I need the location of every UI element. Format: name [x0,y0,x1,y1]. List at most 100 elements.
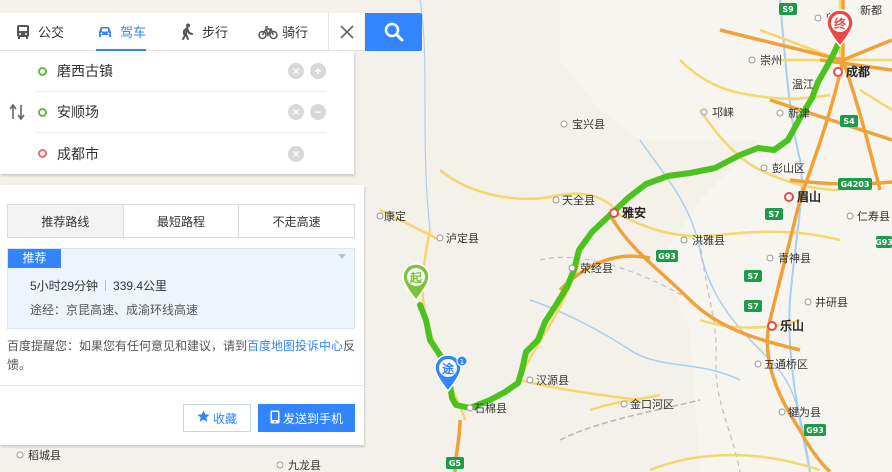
swap-icon [9,103,25,121]
recommended-badge: 推荐 [8,249,61,268]
collapse-caret-icon[interactable] [338,254,346,259]
place-label-kangding: 康定 [384,209,406,223]
svg-text:G4203: G4203 [841,180,870,189]
place-label-renshou: 仁寿县 [857,209,890,223]
start-dot-icon [38,66,47,76]
tab-bus-label: 公交 [38,25,65,40]
end-field[interactable]: 成都市 × [36,133,326,174]
swap-button[interactable] [8,103,26,121]
favorite-label: 收藏 [212,411,237,426]
via-input[interactable]: 安顺场 [57,102,282,122]
shield-s7-2: S7 [744,270,762,282]
place-label-qingshen: 青神县 [778,251,811,265]
travel-mode-tabs: 公交 驾车 步行 骑行 [0,13,364,51]
place-label-xinjin: 新津 [788,106,810,120]
tab-ride-label: 骑行 [282,25,309,40]
place-label-qianwei: 犍为县 [788,406,821,419]
via-field[interactable]: 安顺场 × − [36,92,326,133]
svg-text:起: 起 [409,270,423,285]
svg-text:G5: G5 [449,459,462,468]
svg-text:S7: S7 [747,272,758,281]
add-waypoint-button[interactable]: + [310,63,326,79]
svg-text:S7: S7 [747,302,758,311]
place-label-baoxing: 宝兴县 [572,117,605,131]
tab-drive[interactable]: 驾车 [96,13,147,51]
car-icon [96,23,114,41]
tab-bus[interactable]: 公交 [14,13,64,50]
send-label: 发送到手机 [282,411,343,426]
city-label-meishan: 眉山 [797,189,821,204]
city-dot-yaan [609,208,619,218]
city-label-yaan: 雅安 [621,205,646,220]
place-label-wenjiang: 温江 [792,78,814,91]
place-label-daocheng: 稻城县 [28,449,61,462]
phone-icon [270,410,280,427]
place-label-wutongqiao: 五通桥区 [764,358,808,371]
svg-text:S4: S4 [843,117,855,126]
end-input[interactable]: 成都市 [57,144,282,164]
svg-text:终: 终 [834,16,847,31]
route-plan-card[interactable]: 推荐 5小时29分钟 339.4公里 途经：京昆高速、成渝环线高速 [7,248,355,329]
svg-text:1: 1 [460,358,464,366]
place-label-shimian: 石棉县 [474,401,507,415]
place-label-hongya: 洪雅县 [692,233,725,247]
route-inputs: 磨西古镇 × + 安顺场 × − 成都市 × [0,51,354,174]
feedback-center-link[interactable]: 百度地图投诉中心 [247,339,343,353]
send-to-phone-button[interactable]: 发送到手机 [258,404,355,432]
city-dot-leshan [767,321,777,331]
tab-drive-label: 驾车 [120,25,147,40]
search-button[interactable] [365,13,422,51]
clear-end-button[interactable]: × [288,145,304,162]
place-label-tianquan: 天全县 [562,193,595,207]
shield-s7-3: S7 [744,300,762,312]
clear-via-button[interactable]: × [288,104,304,120]
place-label-yingjing: 荥经县 [580,261,613,275]
remove-waypoint-button[interactable]: − [310,104,326,120]
place-label-luding: 泸定县 [446,231,479,245]
place-dot [814,14,822,22]
city-label-chengdu: 成都 [846,64,870,79]
end-dot-icon [38,149,47,158]
bus-icon [14,23,32,41]
place-label-xindu: 新都 [860,3,882,17]
start-field[interactable]: 磨西古镇 × + [36,51,326,92]
svg-text:G93: G93 [806,426,824,435]
shield-s9: S9 [779,3,797,15]
result-panel: 推荐路线 最短路程 不走高速 推荐 5小时29分钟 339.4公里 途经：京昆高速… [0,185,364,445]
place-label-jingyan: 井研县 [815,295,848,309]
city-dot-chengdu [833,67,843,77]
favorite-button[interactable]: 收藏 [183,404,251,432]
svg-text:途: 途 [442,361,455,376]
place-label-pengshan: 彭山区 [772,161,805,175]
tab-no-highway[interactable]: 不走高速 [239,205,355,237]
svg-text:S9: S9 [782,5,794,14]
walk-icon [178,23,196,41]
svg-text:S7: S7 [768,210,779,219]
close-button[interactable] [328,13,364,50]
city-dot-meishan [784,192,794,202]
plan-tabs: 推荐路线 最短路程 不走高速 [7,204,355,238]
place-label-jinkouhe: 金口河区 [630,397,674,411]
plan-stats: 5小时29分钟 339.4公里 [30,277,167,294]
start-input[interactable]: 磨西古镇 [57,61,282,81]
shield-s7: S7 [765,208,783,220]
shield-g93-3: G93 [875,236,892,248]
place-label-chongzhou: 崇州 [760,54,782,67]
plan-distance: 339.4公里 [113,279,168,293]
search-icon [384,22,403,42]
tab-ride[interactable]: 骑行 [258,13,308,50]
svg-text:G93: G93 [875,238,892,247]
city-label-leshan: 乐山 [780,318,804,333]
via-dot-icon [38,107,47,117]
tab-recommended[interactable]: 推荐路线 [8,205,124,237]
shield-g4203: G4203 [838,178,872,190]
shield-s4: S4 [840,115,858,127]
divider [0,385,364,386]
clear-start-button[interactable]: × [288,63,304,79]
feedback-notice: 百度提醒您：如果您有任何意见和建议，请到百度地图投诉中心反馈。 [7,339,356,372]
tab-walk[interactable]: 步行 [178,13,228,50]
svg-text:G93: G93 [658,252,676,261]
bicycle-icon [258,23,278,41]
star-icon [197,410,210,426]
tab-shortest[interactable]: 最短路程 [123,205,240,237]
